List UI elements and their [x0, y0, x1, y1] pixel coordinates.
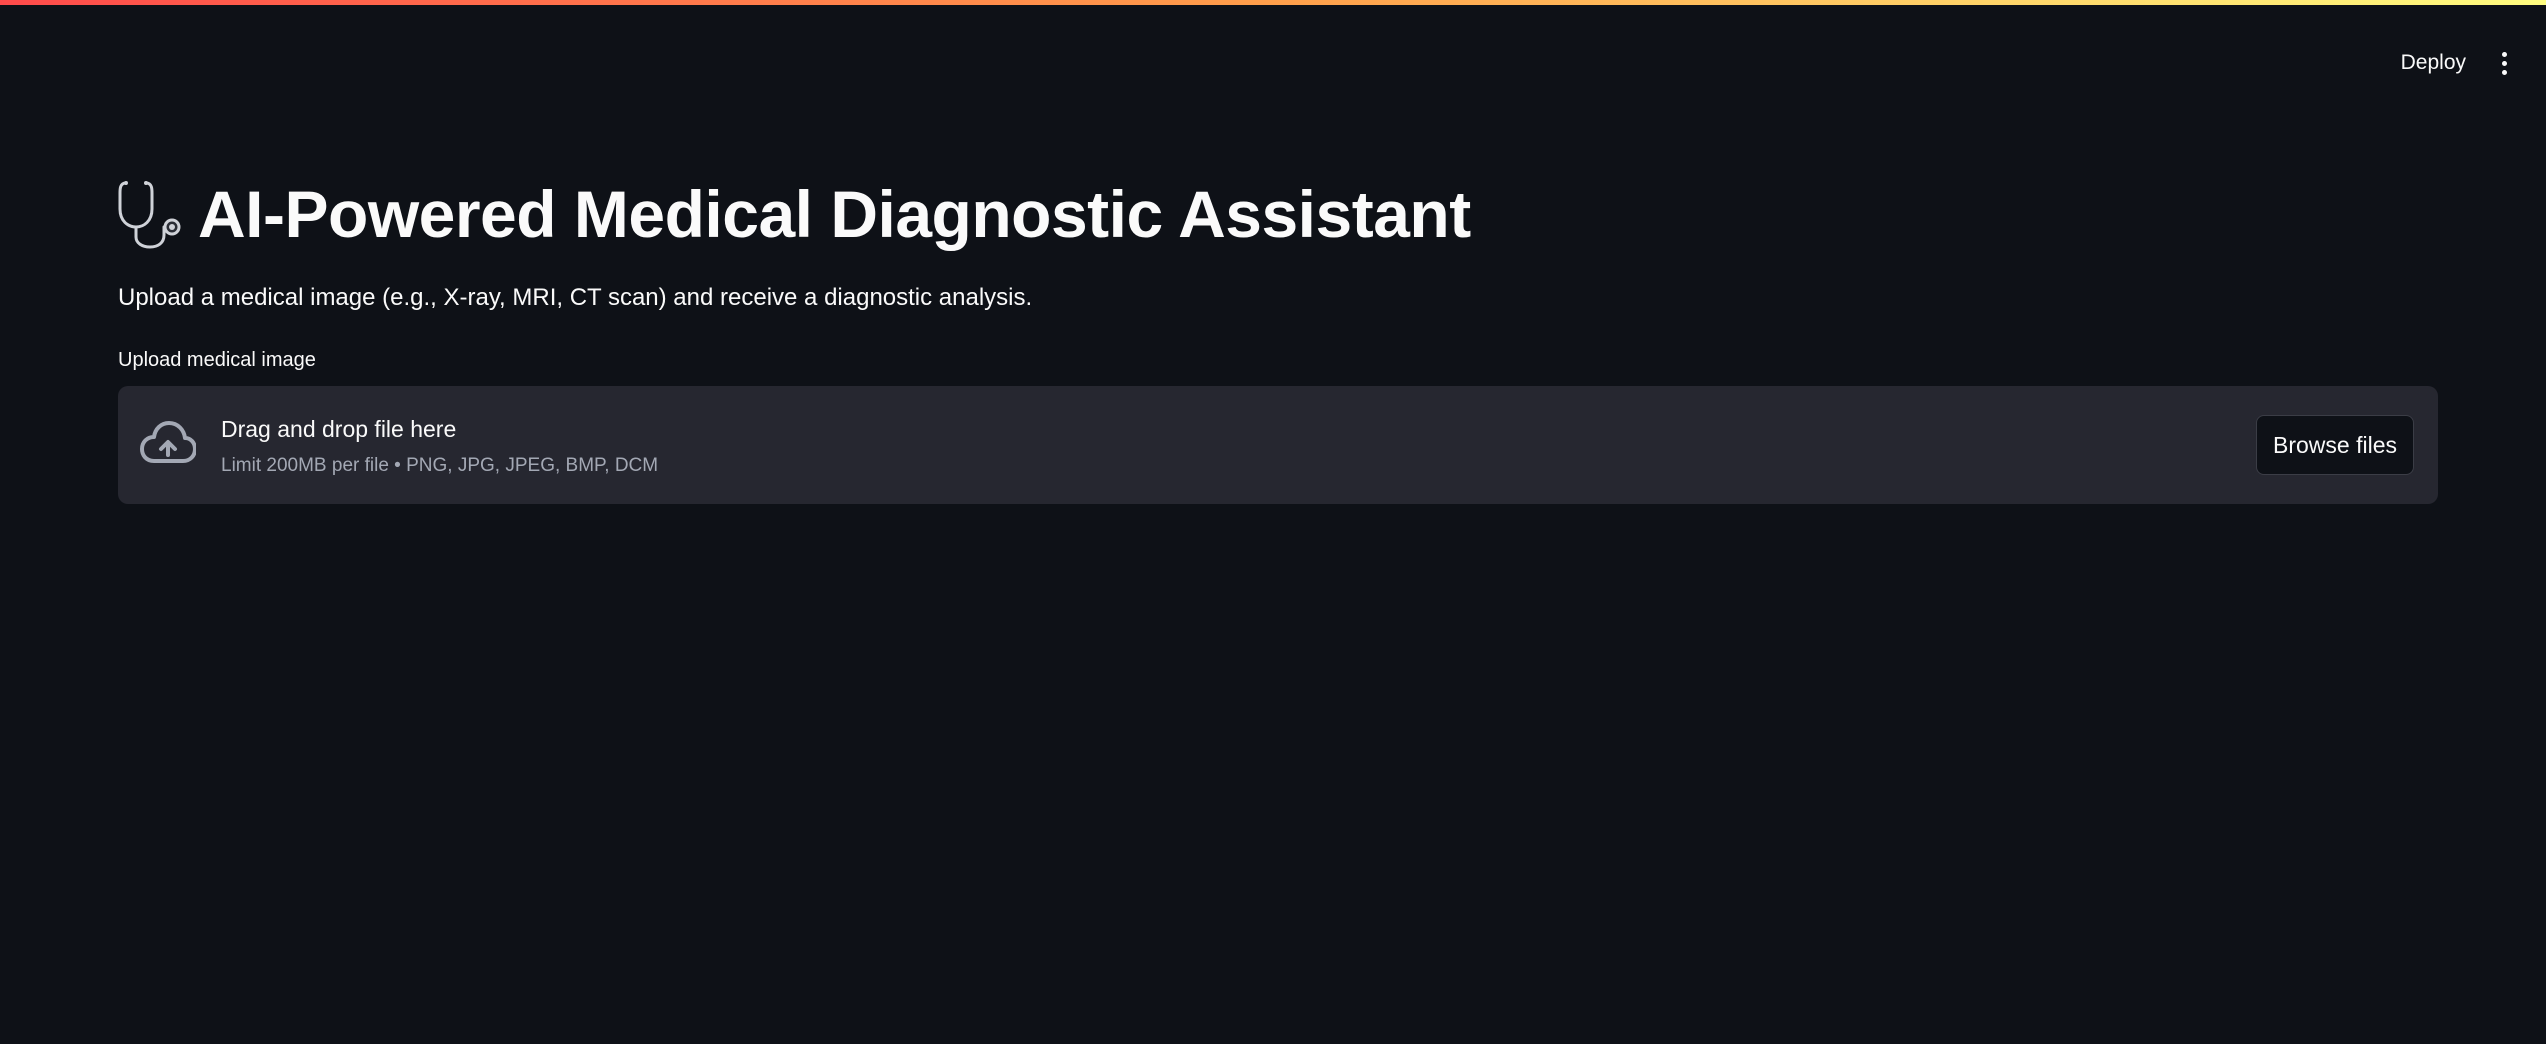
page-title: AI-Powered Medical Diagnostic Assistant — [118, 176, 1471, 252]
more-vertical-icon — [2501, 51, 2507, 57]
app-header: Deploy — [0, 5, 2546, 110]
dropzone-instruction: Drag and drop file here — [221, 416, 457, 442]
upload-label: Upload medical image — [118, 349, 316, 371]
more-vertical-icon-dot — [2501, 60, 2507, 66]
main-menu-button[interactable] — [2484, 41, 2524, 85]
dropzone-limit-text: Limit 200MB per file • PNG, JPG, JPEG, B… — [221, 455, 659, 476]
browse-files-button[interactable]: Browse files — [2256, 415, 2414, 475]
more-vertical-icon-dot — [2501, 69, 2507, 75]
deploy-button[interactable]: Deploy — [2387, 41, 2480, 85]
page-title-text: AI-Powered Medical Diagnostic Assistant — [198, 177, 1471, 251]
file-dropzone[interactable]: Drag and drop file here Limit 200MB per … — [118, 386, 2438, 504]
cloud-upload-icon — [140, 419, 197, 471]
stethoscope-icon — [118, 179, 184, 249]
page-subtitle: Upload a medical image (e.g., X-ray, MRI… — [118, 284, 1033, 311]
